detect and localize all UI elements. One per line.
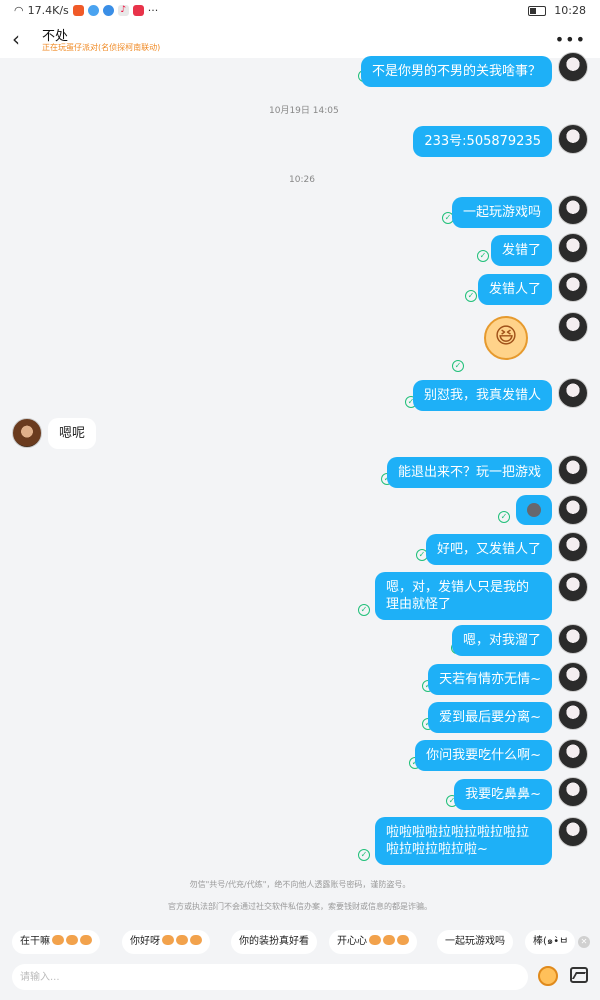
input-bar (0, 958, 600, 1000)
my-avatar[interactable] (558, 495, 588, 525)
my-avatar[interactable] (558, 455, 588, 485)
message-bubble-out[interactable]: 嗯，对我溜了 (451, 625, 552, 656)
emoji-icon[interactable] (538, 966, 558, 986)
my-avatar[interactable] (558, 817, 588, 847)
message-bubble-out[interactable] (516, 495, 552, 525)
image-icon[interactable] (570, 967, 588, 983)
status-bar: ◠ 17.4K/s ♪ ··· 10:28 (0, 0, 600, 22)
my-avatar[interactable] (558, 195, 588, 225)
my-avatar[interactable] (558, 700, 588, 730)
laughing-sticker-icon[interactable]: 😆 (484, 316, 528, 360)
message-bubble-out[interactable]: 爱到最后要分离~ (428, 702, 552, 733)
music-icon: ♪ (117, 5, 129, 16)
clock: 10:28 (554, 4, 586, 17)
message-bubble-in[interactable]: 嗯呢 (48, 418, 97, 449)
more-notifications-icon: ··· (147, 4, 159, 17)
my-avatar[interactable] (558, 739, 588, 769)
monkey-emoji-icon (369, 935, 381, 945)
read-check-icon: ✓ (358, 604, 370, 616)
net-speed: 17.4K/s (27, 4, 69, 17)
message-bubble-out[interactable]: 天若有情亦无情~ (428, 664, 552, 695)
app-notification-icon (72, 5, 84, 16)
message-bubble-out[interactable]: 好吧，又发错人了 (425, 534, 552, 565)
fraud-notice: 官方或执法部门不会通过社交软件私信办案，索要钱财或信息的都是诈骗。 (168, 902, 432, 911)
sad-emoji-icon (527, 503, 541, 517)
read-check-icon: ✓ (498, 511, 510, 523)
close-icon[interactable]: ✕ (578, 936, 590, 948)
app-notification-icon (87, 5, 99, 16)
app-notification-icon (132, 5, 144, 16)
message-input[interactable] (12, 964, 528, 990)
message-bubble-out[interactable]: 233号:505879235 (413, 126, 552, 157)
message-bubble-out[interactable]: 我要吃鼻鼻~ (454, 779, 552, 810)
read-check-icon: ✓ (477, 250, 489, 262)
message-bubble-out[interactable]: 一起玩游戏吗 (451, 197, 552, 228)
monkey-emoji-icon (383, 935, 395, 945)
contact-status: 正在玩蛋仔派对(名侦探柯南联动) (42, 43, 161, 52)
message-bubble-out[interactable]: 能退出来不？玩一把游戏 (386, 457, 552, 488)
my-avatar[interactable] (558, 124, 588, 154)
quick-reply-chip[interactable]: 你的装扮真好看 (231, 930, 317, 954)
wifi-icon: ◠ (14, 4, 24, 17)
more-icon[interactable]: ••• (555, 30, 586, 49)
my-avatar[interactable] (558, 532, 588, 562)
chat-header: ‹ 不处 正在玩蛋仔派对(名侦探柯南联动) ••• (0, 22, 600, 58)
monkey-emoji-icon (397, 935, 409, 945)
read-check-icon: ✓ (452, 360, 464, 372)
message-bubble-out[interactable]: 发错了 (490, 235, 552, 266)
monkey-emoji-icon (80, 935, 92, 945)
message-bubble-out[interactable]: 不是你男的不男的关我啥事？ (360, 56, 552, 87)
quick-reply-chip[interactable]: 开心心 (329, 930, 417, 954)
message-bubble-out[interactable]: 你问我要吃什么啊~ (415, 740, 552, 771)
quick-reply-chip[interactable]: 你好呀 (122, 930, 210, 954)
my-avatar[interactable] (558, 662, 588, 692)
timestamp: 10月19日 14:05 (269, 106, 339, 116)
status-right: 10:28 (528, 4, 586, 17)
safety-notice: 勿信"共号/代充/代练"，绝不向他人透露账号密码，谨防盗号。 (189, 880, 411, 889)
message-bubble-out[interactable]: 别怼我，我真发错人 (412, 380, 552, 411)
contact-avatar[interactable] (12, 418, 42, 448)
my-avatar[interactable] (558, 52, 588, 82)
read-check-icon: ✓ (465, 290, 477, 302)
my-avatar[interactable] (558, 272, 588, 302)
monkey-emoji-icon (66, 935, 78, 945)
my-avatar[interactable] (558, 777, 588, 807)
monkey-emoji-icon (162, 935, 174, 945)
message-bubble-out[interactable]: 发错人了 (477, 274, 552, 305)
timestamp: 10:26 (289, 175, 315, 185)
quick-reply-bar: 在干嘛 你好呀 你的装扮真好看 开心心 一起玩游戏吗 棒(๑•̀ㅂ ✕ (0, 926, 600, 958)
my-avatar[interactable] (558, 312, 588, 342)
read-check-icon: ✓ (358, 849, 370, 861)
status-left: ◠ 17.4K/s ♪ ··· (14, 4, 158, 17)
my-avatar[interactable] (558, 572, 588, 602)
quick-reply-chip[interactable]: 一起玩游戏吗 (437, 930, 513, 954)
monkey-emoji-icon (52, 935, 64, 945)
battery-icon (528, 5, 547, 16)
message-bubble-out[interactable]: 嗯，对，发错人只是我的理由就怪了 (375, 572, 552, 620)
my-avatar[interactable] (558, 233, 588, 263)
monkey-emoji-icon (176, 935, 188, 945)
my-avatar[interactable] (558, 378, 588, 408)
app-notification-icon (102, 5, 114, 16)
message-bubble-out[interactable]: 啦啦啦啦拉啦拉啦拉啦拉啦拉啦拉啦拉啦~ (375, 817, 552, 865)
my-avatar[interactable] (558, 624, 588, 654)
quick-reply-chip[interactable]: 棒(๑•̀ㅂ (525, 930, 575, 954)
back-icon[interactable]: ‹ (12, 28, 32, 50)
monkey-emoji-icon (190, 935, 202, 945)
quick-reply-chip[interactable]: 在干嘛 (12, 930, 100, 954)
